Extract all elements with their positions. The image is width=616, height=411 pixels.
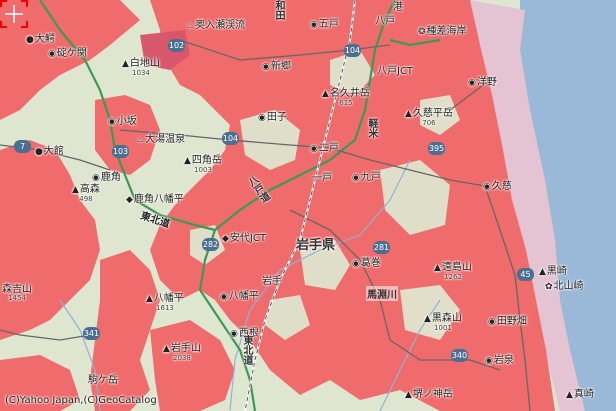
- spot-label[interactable]: ▲真崎: [566, 389, 594, 401]
- place-label[interactable]: ◉田子: [258, 112, 287, 124]
- target-crosshair-icon[interactable]: [0, 0, 28, 28]
- expressway-label[interactable]: 東北道: [239, 335, 254, 365]
- road-shield[interactable]: 341: [83, 327, 100, 340]
- road-shield[interactable]: 281: [373, 241, 390, 254]
- place-label[interactable]: ◉田野畑: [488, 316, 527, 328]
- mountain-label[interactable]: ▲四角岳 1003: [184, 155, 222, 174]
- place-label[interactable]: ◉九戸: [352, 172, 381, 184]
- jct-label[interactable]: ◆安代JCT: [222, 233, 266, 245]
- road-shield[interactable]: 102: [168, 39, 185, 52]
- spot-label[interactable]: ❂種差海岸: [418, 26, 467, 38]
- place-label[interactable]: ◉五戸: [310, 19, 339, 31]
- river-label[interactable]: 馬淵川: [366, 286, 398, 301]
- road-shield[interactable]: 395: [428, 142, 445, 155]
- place-label[interactable]: 軽米: [364, 118, 379, 138]
- map-copyright: (C)Yahoo Japan,(C)GeoCatalog: [5, 395, 157, 406]
- prefecture-label: 岩手県: [296, 238, 336, 253]
- mountain-label[interactable]: 駒ケ岳: [88, 375, 118, 386]
- place-label[interactable]: 一戸: [312, 173, 332, 184]
- road-shield[interactable]: 103: [112, 145, 129, 158]
- mountain-label[interactable]: ▲堺ノ神岳: [405, 389, 453, 401]
- ic-label[interactable]: ◆鹿角八幡平: [126, 194, 184, 206]
- road-shield[interactable]: 45: [517, 268, 534, 281]
- place-label[interactable]: ◉岩泉: [485, 355, 514, 367]
- place-label[interactable]: 和田: [271, 0, 286, 20]
- road-shield[interactable]: 7: [14, 140, 31, 153]
- road-shield[interactable]: 104: [222, 132, 239, 145]
- coverage-map[interactable]: ●大鰐 ◉碇ケ関 ▲白地山 1034 ♨奥入瀬渓流 ◉五戸 八戸 ❂種差海岸 ◉新…: [0, 0, 616, 411]
- mountain-label[interactable]: ▲名久井岳 615: [322, 88, 370, 107]
- place-label[interactable]: ◉葛巻: [352, 258, 381, 270]
- place-label[interactable]: ◉久慈: [483, 181, 512, 193]
- mountain-label[interactable]: ▲久慈平岳 706: [405, 108, 453, 127]
- place-label[interactable]: ◉小坂: [108, 116, 137, 128]
- place-label[interactable]: ●大館: [35, 146, 64, 158]
- jct-label[interactable]: 八戸JCT: [377, 66, 413, 77]
- road-shield[interactable]: 104: [344, 44, 361, 57]
- place-label[interactable]: 八戸: [375, 16, 395, 27]
- mountain-label[interactable]: ▲遠島山 1262: [434, 262, 472, 281]
- road-shield[interactable]: 282: [202, 238, 219, 251]
- road-shield[interactable]: 340: [451, 349, 468, 362]
- mountain-label[interactable]: ▲白地山 1034: [122, 58, 160, 77]
- mountain-label[interactable]: 森吉山 1454: [2, 284, 32, 302]
- mountain-label[interactable]: ▲黒森山 1001: [424, 313, 462, 332]
- mountain-label[interactable]: ▲八幡平 1613: [146, 293, 184, 312]
- place-label[interactable]: ◉鹿角: [92, 172, 121, 184]
- place-label[interactable]: ●大鰐: [26, 34, 55, 46]
- place-label[interactable]: ◉碇ケ関: [48, 48, 87, 60]
- place-label[interactable]: ◉二戸: [310, 143, 339, 155]
- place-label[interactable]: 港: [393, 2, 403, 13]
- place-label[interactable]: ◉洋野: [468, 77, 497, 89]
- spot-label[interactable]: ♨大湯温泉: [136, 134, 185, 146]
- mountain-label[interactable]: ▲岩手山 2038: [163, 343, 201, 362]
- spot-label[interactable]: ✿北山崎: [545, 281, 584, 293]
- spot-label[interactable]: ♨奥入瀬渓流: [186, 20, 245, 32]
- place-label[interactable]: ◉八幡平: [220, 291, 259, 303]
- map-canvas: [0, 0, 616, 411]
- mountain-label[interactable]: ▲高森 498: [72, 184, 100, 203]
- place-label[interactable]: 岩手: [262, 276, 282, 287]
- spot-label[interactable]: ▲黒崎: [539, 266, 567, 278]
- place-label[interactable]: ◉新郷: [262, 61, 291, 73]
